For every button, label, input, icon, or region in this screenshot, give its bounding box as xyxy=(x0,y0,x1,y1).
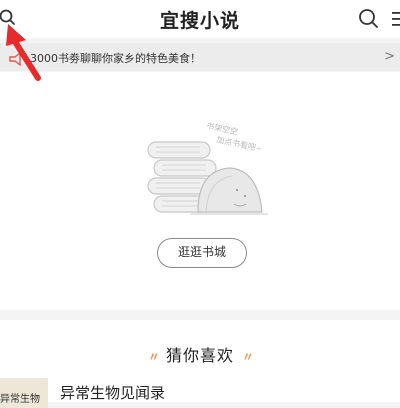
empty-bookshelf: 书架空空 加点书看吧~ 逛逛书城 xyxy=(0,72,400,310)
svg-text:加点书看吧~: 加点书看吧~ xyxy=(216,134,264,153)
chevron-right-icon: > xyxy=(384,49,395,64)
notice-banner[interactable]: 3000书劵聊聊你家乡的特色美食！ > xyxy=(0,43,400,71)
recommendations-header: 〃猜你喜欢〃 xyxy=(0,342,400,366)
search-icon xyxy=(359,9,378,28)
annotation-arrow-icon xyxy=(6,24,41,81)
empty-bookshelf-illustration: 书架空空 加点书看吧~ xyxy=(147,120,268,215)
search-button[interactable] xyxy=(358,8,380,30)
book-cover[interactable]: 异常生物 xyxy=(0,378,48,408)
app-header: 宜搜小说 xyxy=(0,0,400,38)
menu-icon xyxy=(392,12,400,26)
svg-text:书架空空: 书架空空 xyxy=(206,120,239,136)
deco-left: 〃 xyxy=(147,350,160,364)
deco-right: 〃 xyxy=(242,350,254,364)
recommendations-title: 猜你喜欢 xyxy=(165,346,234,365)
page-title: 宜搜小说 xyxy=(159,10,240,32)
browse-bookstore-button[interactable]: 逛逛书城 xyxy=(157,238,247,268)
book-title[interactable]: 异常生物见闻录 xyxy=(60,382,165,403)
menu-button[interactable] xyxy=(392,11,400,27)
book-cover-text: 异常生物 xyxy=(0,394,40,405)
recommendations-section: 〃猜你喜欢〃 异常生物 异常生物见闻录 xyxy=(0,320,400,408)
